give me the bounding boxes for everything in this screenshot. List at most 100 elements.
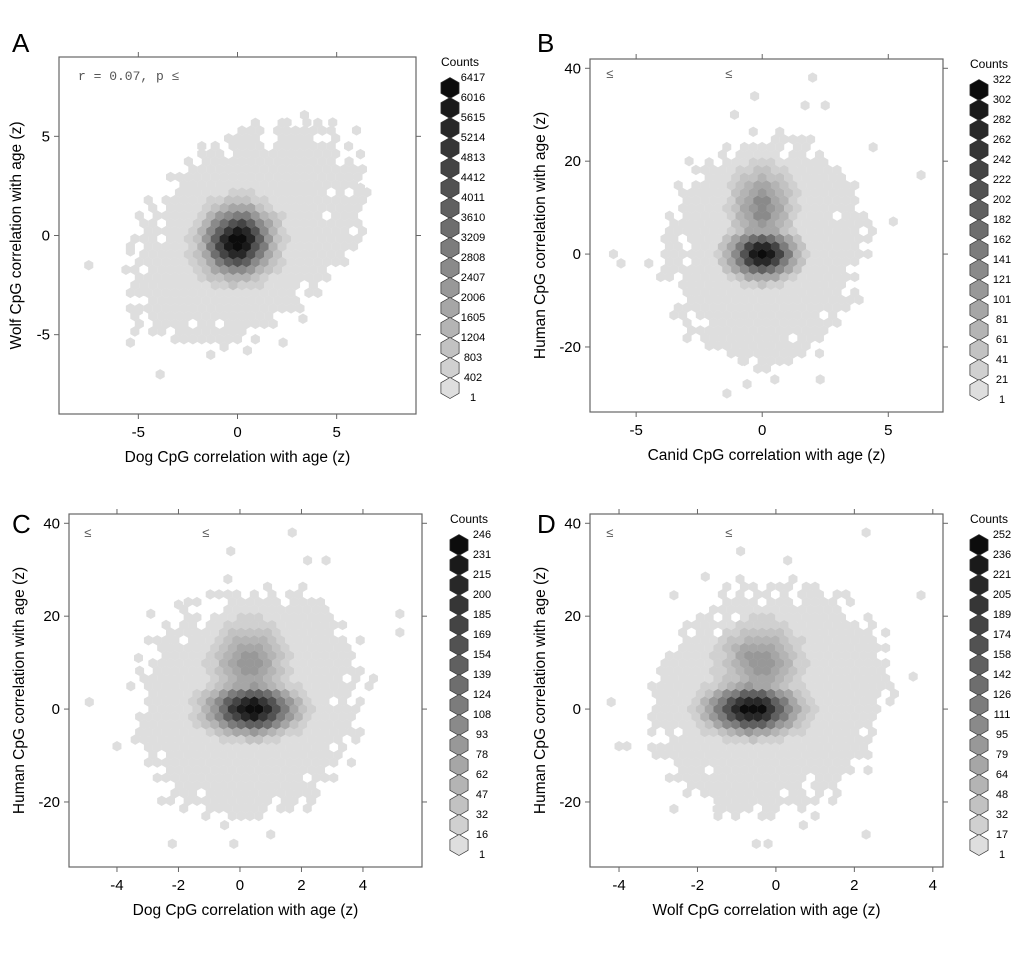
legend-swatch (969, 554, 989, 576)
y-tick-label: -20 (559, 794, 581, 811)
legend-label: 302 (993, 94, 1011, 106)
legend-label: 79 (996, 749, 1008, 761)
legend-label: 62 (476, 769, 488, 781)
hexbin-cell (881, 642, 891, 654)
legend-label: 189 (993, 609, 1011, 621)
legend-label: 111 (994, 709, 1011, 721)
hexbin-cell (351, 125, 362, 136)
hexbin-cell (614, 741, 624, 752)
y-tick-label: 0 (42, 228, 50, 245)
legend-label: 1 (999, 394, 1005, 406)
hexbin-cell (750, 90, 760, 102)
legend-label: 1204 (461, 332, 485, 344)
hexbin-cell (742, 378, 752, 390)
hexbin-cell (205, 589, 215, 600)
x-tick-label: -4 (110, 877, 123, 894)
legend: Counts 246 231 215 200 185 169 154 139 124 108 93 78… (449, 512, 491, 861)
legend-swatch (969, 279, 989, 301)
hexbin-cell (287, 527, 297, 538)
legend-label: 48 (996, 789, 1008, 801)
legend-swatch (449, 674, 469, 696)
panel-A: A -5 0 5 -5 0 5 Dog CpG correlation with age (z… (8, 28, 485, 466)
legend-swatch (969, 159, 989, 181)
legend-swatch (440, 197, 460, 219)
legend-swatch (449, 634, 469, 656)
legend: Counts3223022822622422222021821621411211… (969, 57, 1011, 406)
legend-label: 32 (996, 809, 1008, 821)
x-tick-label: -4 (612, 877, 625, 894)
stat-annotation: ≤ (725, 526, 733, 541)
legend-label: 64 (996, 769, 1008, 781)
hexbin-cell (916, 169, 926, 181)
hexbin-cell (146, 608, 156, 620)
legend-swatch (969, 99, 989, 121)
legend-label: 61 (996, 334, 1008, 346)
legend-label: 6417 (461, 72, 485, 84)
hexbin-cell (214, 589, 224, 600)
legend-swatch (969, 239, 989, 261)
hexbin-cell (748, 126, 758, 137)
legend-label: 182 (993, 214, 1011, 226)
x-tick-label: -5 (132, 424, 145, 441)
legend-swatch (449, 794, 469, 816)
hexbin-layer (84, 527, 405, 849)
hexbin-cell (155, 369, 165, 380)
legend-label: 5214 (461, 132, 485, 144)
legend-label: 282 (993, 114, 1011, 126)
legend-swatch (440, 257, 460, 279)
legend-swatch (969, 654, 989, 676)
hexbin-cell (751, 838, 761, 849)
hexbin-cell (783, 555, 793, 566)
hexbin-cell (820, 100, 830, 111)
legend-label: 141 (993, 254, 1011, 266)
panel-C: C-4 -2 0 2 4-2002040Dog CpG correlation with… (11, 509, 491, 919)
hexbin-cell (916, 590, 926, 601)
hexbin-cell (669, 803, 679, 815)
legend-label: 78 (476, 749, 488, 761)
legend-label: 215 (473, 569, 491, 581)
legend: Counts 6417 6016 5615 5214 4813 4412 4011 3610 32… (440, 55, 485, 404)
legend-swatch (969, 814, 989, 836)
hexbin-cell (622, 741, 632, 752)
legend-label: 139 (473, 669, 491, 681)
legend-swatch (969, 634, 989, 656)
legend-swatch (449, 754, 469, 776)
hexbin-cell (344, 140, 354, 152)
x-tick-label: 0 (236, 877, 244, 894)
legend-label: 6016 (461, 92, 485, 104)
legend-label: 4412 (461, 172, 485, 184)
legend-swatch (449, 834, 469, 856)
legend-swatch (969, 299, 989, 321)
legend-label: 205 (993, 589, 1011, 601)
hexbin-cell (395, 608, 405, 620)
hexbin-cell (126, 680, 136, 692)
legend-swatch (969, 574, 989, 596)
hexbin-cell (810, 810, 820, 822)
legend-swatch (969, 674, 989, 696)
legend-label: 95 (996, 729, 1008, 741)
legend-label: 262 (993, 134, 1011, 146)
hexbin-cell (242, 345, 252, 356)
y-axis-title: Wolf CpG correlation with age (z) (8, 122, 25, 350)
legend-swatch (969, 614, 989, 636)
y-tick-label: 20 (564, 608, 581, 625)
legend-swatch (440, 157, 460, 179)
legend-swatch (449, 594, 469, 616)
legend-label: 2808 (461, 252, 485, 264)
legend-title: Counts (450, 512, 488, 526)
legend-label: 1 (999, 849, 1005, 861)
hexbin-cell (278, 337, 288, 348)
legend-swatch (969, 734, 989, 756)
hexbin-cell (863, 765, 873, 776)
hexbin-cell (329, 772, 339, 784)
hexbin-cell (861, 527, 871, 538)
x-tick-label: 5 (884, 422, 892, 439)
hexbin-cell (888, 216, 898, 227)
legend-label: 402 (464, 372, 482, 384)
stat-annotation: r = 0.07, p ≤ (78, 69, 180, 84)
hexbin-cell (167, 838, 177, 849)
x-axis-title: Dog CpG correlation with age (z) (133, 902, 359, 919)
hexbin-cell (800, 100, 810, 111)
legend: Counts 252 236 221 205 189 174 158 142 126 111 95 79… (969, 512, 1011, 861)
hexbin-cell (133, 652, 143, 664)
